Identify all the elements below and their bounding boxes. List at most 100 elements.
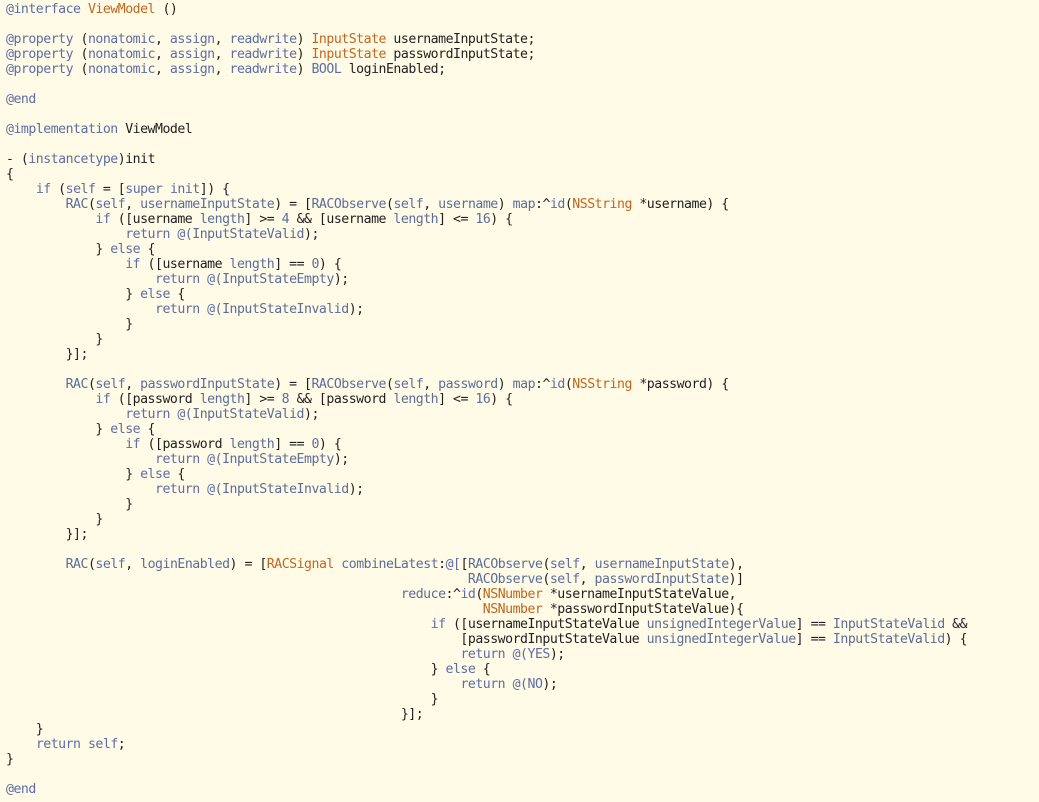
code-token-method: RACObserve xyxy=(467,557,543,572)
code-token-plain: [ xyxy=(460,557,469,572)
code-line: @property (nonatomic, assign, readwrite)… xyxy=(6,47,967,62)
code-token-method: InputStateValid xyxy=(832,632,945,647)
code-token-plain: , xyxy=(214,47,230,62)
code-token-plain: ( xyxy=(542,557,550,572)
code-token-plain: )] xyxy=(728,572,744,587)
code-token-keyword: return xyxy=(460,647,506,662)
code-token-number: 8 xyxy=(281,392,290,407)
code-token-plain: ( xyxy=(73,62,88,77)
code-token-keyword: @( xyxy=(207,452,223,467)
code-line: return @(InputStateEmpty); xyxy=(6,452,967,467)
code-token-method: InputStateValid xyxy=(192,407,305,422)
code-token-plain: } xyxy=(6,722,44,737)
code-token-method: unsignedIntegerValue xyxy=(646,617,796,632)
source-code[interactable]: @interface ViewModel () @property (nonat… xyxy=(6,2,968,797)
code-token-plain: , xyxy=(155,47,170,62)
code-token-plain: , xyxy=(423,197,439,212)
code-line: RAC(self, passwordInputState) = [RACObse… xyxy=(6,377,967,392)
code-token-method: InputStateValid xyxy=(832,617,945,632)
code-token-plain: ] == xyxy=(274,437,312,452)
code-token-method: unsignedIntegerValue xyxy=(646,632,796,647)
code-token-method: combineLatest xyxy=(341,557,439,572)
code-token-keyword: return xyxy=(35,737,81,752)
code-token-keyword: return xyxy=(155,302,200,317)
code-token-keyword: super xyxy=(125,182,163,197)
code-token-plain: }]; xyxy=(6,347,89,362)
code-token-plain: ); xyxy=(549,647,565,662)
code-token-keyword: @( xyxy=(177,407,193,422)
code-token-plain: *passwordInputStateValue){ xyxy=(542,602,744,617)
code-token-plain: ([usernameInputStateValue xyxy=(445,617,647,632)
code-token-keyword: YES xyxy=(527,647,551,662)
code-token-plain: } xyxy=(6,497,133,512)
code-token-plain: }]; xyxy=(6,707,424,722)
code-line: { xyxy=(6,167,967,182)
code-line: if ([usernameInputStateValue unsignedInt… xyxy=(6,617,968,632)
code-line: - (instancetype)init xyxy=(6,152,967,167)
code-token-keyword: id xyxy=(460,587,476,602)
code-token-keyword: @end xyxy=(6,782,36,797)
code-token-number: 16 xyxy=(475,212,491,227)
code-line: if ([password length] >= 8 && [password … xyxy=(6,392,967,407)
code-token-plain: } xyxy=(6,662,446,677)
code-token-keyword: nonatomic xyxy=(87,32,156,47)
code-token-plain: ) xyxy=(497,197,513,212)
code-token-keyword: else xyxy=(110,422,141,437)
code-token-keyword: assign xyxy=(169,32,215,47)
code-token-plain: - ( xyxy=(6,152,29,167)
code-token-keyword: BOOL xyxy=(311,62,342,77)
code-token-method: InputStateInvalid xyxy=(222,302,349,317)
code-token-plain: ] == xyxy=(795,617,833,632)
code-token-plain: } xyxy=(6,512,103,527)
code-token-plain: , xyxy=(125,557,141,572)
code-token-keyword: @property xyxy=(6,32,74,47)
code-token-plain: *usernameInputStateValue, xyxy=(542,587,737,602)
code-token-number: 4 xyxy=(281,212,290,227)
code-token-keyword: readwrite xyxy=(229,47,298,62)
code-token-keyword: nonatomic xyxy=(87,62,156,77)
code-token-type: RACSignal xyxy=(266,557,335,572)
code-token-keyword: @( xyxy=(207,272,223,287)
code-token-plain: )init xyxy=(117,152,156,167)
code-editor[interactable]: @interface ViewModel () @property (nonat… xyxy=(0,0,1039,802)
code-token-type: ViewModel xyxy=(87,2,156,17)
code-line: } xyxy=(6,317,967,332)
code-line: return @(InputStateInvalid); xyxy=(6,482,967,497)
code-token-plain: ); xyxy=(333,272,349,287)
code-token-keyword: return xyxy=(155,272,200,287)
code-token-keyword: self xyxy=(65,182,96,197)
code-token-method: usernameInputState xyxy=(594,557,730,572)
code-token-plain: ] == xyxy=(795,632,833,647)
code-token-plain: ) { xyxy=(944,632,968,647)
code-token-plain: } xyxy=(6,317,133,332)
code-token-plain: ) { xyxy=(490,392,513,407)
code-line: return @(InputStateInvalid); xyxy=(6,302,967,317)
code-token-plain: , xyxy=(125,377,141,392)
code-line: } else { xyxy=(6,422,967,437)
code-line: RAC(self, usernameInputState) = [RACObse… xyxy=(6,197,967,212)
code-token-plain: = [ xyxy=(95,182,126,197)
code-token-keyword: readwrite xyxy=(229,32,298,47)
code-token-method: loginEnabled xyxy=(140,557,230,572)
code-token-plain: ); xyxy=(333,452,349,467)
code-line: @property (nonatomic, assign, readwrite)… xyxy=(6,32,967,47)
code-token-plain: : xyxy=(438,557,446,572)
code-token-plain: ) xyxy=(497,377,513,392)
code-token-plain: } xyxy=(6,692,439,707)
code-token-plain: { xyxy=(6,167,14,182)
code-token-plain: loginEnabled; xyxy=(341,62,446,77)
code-token-keyword: self xyxy=(393,197,424,212)
code-token-plain: ([password xyxy=(140,437,230,452)
code-token-keyword: else xyxy=(140,467,170,482)
